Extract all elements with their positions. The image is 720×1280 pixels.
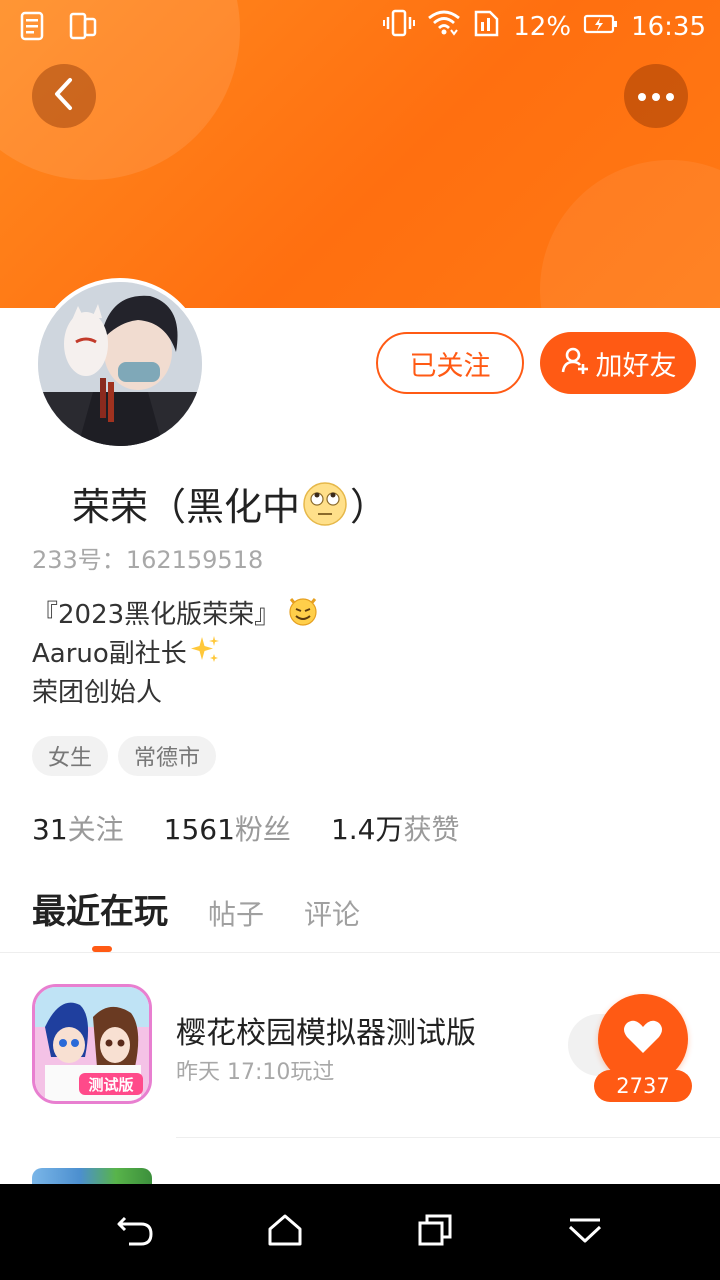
profile-tags: 女生 常德市 xyxy=(32,736,217,776)
recent-apps-icon xyxy=(417,1213,453,1251)
game-last-played: 昨天 17:10玩过 xyxy=(176,1060,335,1085)
likes-label: 获赞 xyxy=(403,813,460,846)
battery-charging-icon xyxy=(583,12,619,42)
fans-count: 1561 xyxy=(163,813,235,846)
system-nav-bar xyxy=(0,1184,720,1280)
profile-name: 荣荣（黑化中 ） xyxy=(72,476,388,531)
vibrate-icon xyxy=(383,8,416,45)
nav-back-button[interactable] xyxy=(105,1202,165,1262)
user-id: 233号：162159518 xyxy=(32,540,263,575)
following-stat[interactable]: 31关注 xyxy=(32,808,124,848)
add-friend-button[interactable]: 加好友 xyxy=(540,332,696,394)
tab-recent-played[interactable]: 最近在玩 xyxy=(32,884,168,933)
battery-percent: 12% xyxy=(513,11,572,42)
sim-signal-icon xyxy=(473,8,501,45)
likes-count: 1.4万 xyxy=(330,813,404,846)
profile-name-suffix: ） xyxy=(350,485,389,529)
fans-label: 粉丝 xyxy=(234,813,291,846)
banner-decoration xyxy=(540,160,720,308)
back-button[interactable] xyxy=(32,64,96,128)
chevron-left-icon xyxy=(51,77,77,115)
profile-stats: 31关注 1561粉丝 1.4万获赞 xyxy=(32,808,459,848)
followed-label: 已关注 xyxy=(409,350,491,382)
status-bar: 12% 16:35 xyxy=(0,0,720,52)
tag-gender: 女生 xyxy=(32,736,109,776)
heart-icon xyxy=(623,1019,663,1059)
clock: 16:35 xyxy=(631,11,706,42)
game-title[interactable]: 樱花校园模拟器测试版 xyxy=(176,1008,476,1052)
list-divider xyxy=(176,1137,720,1138)
avatar[interactable] xyxy=(34,278,206,450)
game-list-item[interactable]: 测试版 樱花校园模拟器测试版 昨天 17:10玩过 2737 xyxy=(0,984,720,1124)
likes-stat: 1.4万获赞 xyxy=(331,808,460,848)
profile-name-text: 荣荣（黑化中 xyxy=(72,485,301,529)
game-icon[interactable]: 测试版 xyxy=(32,984,152,1104)
tab-posts[interactable]: 帖子 xyxy=(208,893,264,933)
sparkles-emoji-icon xyxy=(189,633,221,677)
nav-recents-button[interactable] xyxy=(405,1202,465,1262)
profile-bio: 『2023黑化版荣荣』 Aaruo副社长 荣团创始人 xyxy=(32,596,320,713)
bio-line-2: Aaruo副社长 xyxy=(32,639,187,669)
add-user-icon xyxy=(560,345,590,382)
bio-line-3: 荣团创始人 xyxy=(32,678,163,708)
nav-notification-shade-button[interactable] xyxy=(555,1202,615,1262)
wifi-icon xyxy=(427,8,461,45)
user-id-label: 233号： xyxy=(32,546,126,574)
like-count: 2737 xyxy=(594,1070,692,1102)
user-id-value: 162159518 xyxy=(125,546,264,574)
profile-tabs: 最近在玩 帖子 评论 xyxy=(32,884,360,933)
bio-line-1: 『2023黑化版荣荣』 xyxy=(32,600,281,630)
tab-comments[interactable]: 评论 xyxy=(304,893,360,933)
add-friend-label: 加好友 xyxy=(595,350,677,382)
more-dots-icon xyxy=(636,87,676,106)
chevron-down-icon xyxy=(567,1215,603,1249)
followed-button[interactable]: 已关注 xyxy=(376,332,524,394)
following-count: 31 xyxy=(32,813,68,846)
nav-home-button[interactable] xyxy=(255,1202,315,1262)
back-arrow-icon xyxy=(115,1212,155,1252)
smiling-devil-emoji-icon xyxy=(286,593,320,639)
more-options-button[interactable] xyxy=(624,64,688,128)
eye-roll-emoji-icon xyxy=(302,481,348,527)
game-icon-badge: 测试版 xyxy=(88,1076,133,1094)
home-icon xyxy=(267,1213,303,1251)
notification-doc-icon xyxy=(18,10,48,46)
tabs-divider xyxy=(0,952,720,953)
following-label: 关注 xyxy=(67,813,124,846)
tag-city: 常德市 xyxy=(118,736,217,776)
phone-notification-icon xyxy=(68,10,98,46)
fans-stat[interactable]: 1561粉丝 xyxy=(164,808,291,848)
